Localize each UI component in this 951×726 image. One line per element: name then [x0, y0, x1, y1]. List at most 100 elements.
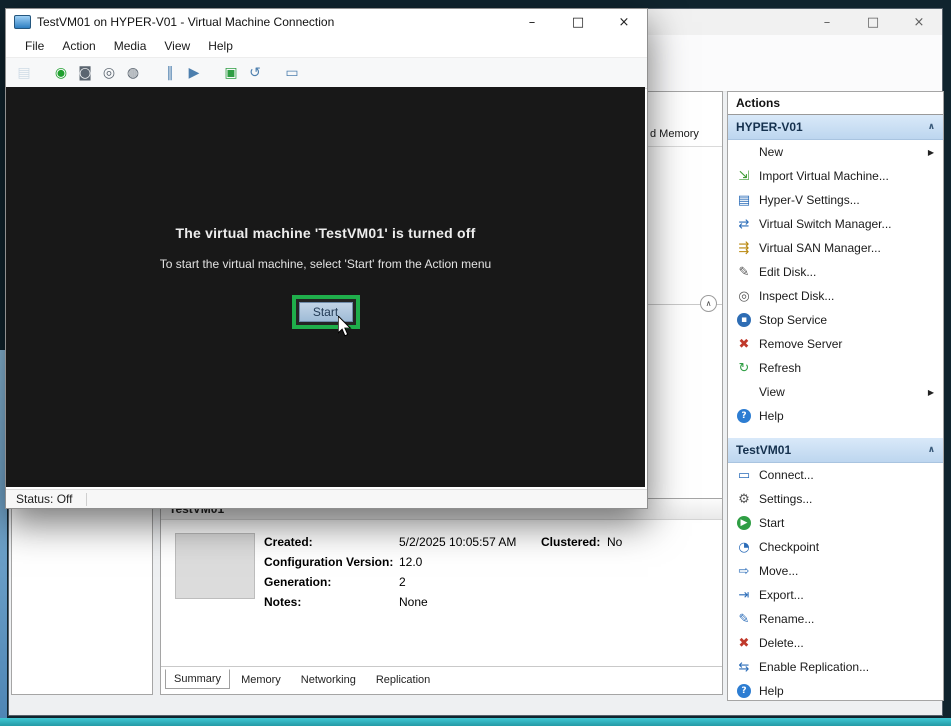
vm-statusbar: Status: Off: [6, 489, 647, 508]
action-label: Stop Service: [759, 313, 827, 327]
tab-networking[interactable]: Networking: [292, 670, 365, 689]
action-remove-server[interactable]: ✖Remove Server: [728, 332, 943, 356]
vm-window-controls: – □ ×: [509, 9, 647, 35]
clustered-field: Clustered:No: [541, 535, 622, 549]
actions-group-header-testvm01[interactable]: TestVM01∧: [728, 438, 943, 463]
actions-pane: Actions HYPER-V01∧New▶⇲Import Virtual Ma…: [727, 91, 944, 701]
action-delete[interactable]: ✖Delete...: [728, 631, 943, 655]
enable-replication-icon: ⇆: [736, 659, 752, 675]
toolbar-start-icon[interactable]: ◉: [49, 62, 73, 84]
actions-group-header-hyper-v01[interactable]: HYPER-V01 ∧: [728, 115, 943, 140]
toolbar-pause-icon[interactable]: ‖: [158, 62, 182, 84]
tab-replication[interactable]: Replication: [367, 670, 439, 689]
help-icon: ?: [737, 684, 751, 698]
toolbar-step-icon[interactable]: ▶: [182, 62, 206, 84]
field-value: 2: [399, 575, 406, 589]
action-hyper-v-settings[interactable]: ▤Hyper-V Settings...: [728, 188, 943, 212]
collapse-chevron-icon[interactable]: ∧: [928, 445, 935, 455]
action-label: View: [759, 385, 785, 399]
vm-window-title: TestVM01 on HYPER-V01 - Virtual Machine …: [37, 15, 509, 29]
vm-menubar: FileActionMediaViewHelp: [6, 35, 647, 57]
action-help[interactable]: ?Help: [728, 404, 943, 428]
vm-minimize-button[interactable]: –: [509, 9, 555, 35]
assigned-memory-column-header[interactable]: d Memory: [650, 128, 699, 140]
action-stop-service[interactable]: ▪Stop Service: [728, 308, 943, 332]
desktop-bottom-strip: [0, 718, 951, 726]
checkpoint-icon: ◔: [736, 539, 752, 555]
action-label: Connect...: [759, 468, 814, 482]
action-enable-replication[interactable]: ⇆Enable Replication...: [728, 655, 943, 679]
toolbar-enhanced-session-icon[interactable]: ▭: [280, 62, 304, 84]
vm-toolbar: ▤ ◉◙◎◍ ‖▶ ▣↺ ▭: [6, 57, 647, 89]
menu-help[interactable]: Help: [199, 39, 242, 53]
tabs-divider: [161, 666, 722, 667]
vm-screenshot-thumbnail: [175, 533, 255, 599]
menu-view[interactable]: View: [155, 39, 199, 53]
toolbar-checkpoint-icon[interactable]: ▣: [219, 62, 243, 84]
help-icon: ?: [737, 409, 751, 423]
rename-icon: ✎: [736, 611, 752, 627]
action-label: Checkpoint: [759, 540, 819, 554]
action-view[interactable]: View ▶: [728, 380, 943, 404]
start-icon: ▶: [737, 516, 751, 530]
toolbar-revert-icon[interactable]: ↺: [243, 62, 267, 84]
tab-summary[interactable]: Summary: [165, 669, 230, 689]
vm-maximize-button[interactable]: □: [555, 9, 601, 35]
action-checkpoint[interactable]: ◔ Checkpoint: [728, 535, 943, 559]
details-tab-strip: SummaryMemoryNetworkingReplication: [165, 670, 439, 689]
toolbar-save-icon[interactable]: ◍: [121, 62, 145, 84]
action-start[interactable]: ▶Start: [728, 511, 943, 535]
action-connect[interactable]: ▭Connect...: [728, 463, 943, 487]
action-rename[interactable]: ✎Rename...: [728, 607, 943, 631]
field-value: No: [607, 535, 622, 549]
vm-window-titlebar: TestVM01 on HYPER-V01 - Virtual Machine …: [6, 9, 647, 35]
toolbar-ctrl-alt-del-icon[interactable]: ▤: [12, 62, 36, 84]
tab-memory[interactable]: Memory: [232, 670, 290, 689]
action-help[interactable]: ?Help: [728, 679, 943, 701]
action-label: Move...: [759, 564, 798, 578]
field-value: 12.0: [399, 555, 422, 569]
icon-placeholder: [736, 144, 752, 160]
actions-group-title: HYPER-V01: [736, 120, 803, 134]
action-export[interactable]: ⇥Export...: [728, 583, 943, 607]
toolbar-turn-off-icon[interactable]: ◙: [73, 62, 97, 84]
action-move[interactable]: ⇨Move...: [728, 559, 943, 583]
vm-close-button[interactable]: ×: [601, 9, 647, 35]
actions-pane-header: Actions: [728, 92, 943, 115]
action-label: Inspect Disk...: [759, 289, 834, 303]
action-label: Remove Server: [759, 337, 842, 351]
field-label: Created:: [264, 535, 399, 549]
menu-file[interactable]: File: [16, 39, 53, 53]
submenu-arrow-icon: ▶: [928, 388, 934, 397]
chevron-up-icon: ∧: [706, 299, 712, 308]
action-virtual-san-manager[interactable]: ⇶ Virtual SAN Manager...: [728, 236, 943, 260]
action-edit-disk[interactable]: ✎Edit Disk...: [728, 260, 943, 284]
action-refresh[interactable]: ↻Refresh: [728, 356, 943, 380]
import-vm-icon: ⇲: [736, 168, 752, 184]
action-label: New: [759, 145, 783, 159]
detail-field-created: Created:5/2/2025 10:05:57 AM: [264, 535, 516, 555]
vm-details-pane: TestVM01 Created:5/2/2025 10:05:57 AMCon…: [160, 498, 723, 695]
toolbar-shut-down-icon[interactable]: ◎: [97, 62, 121, 84]
action-label: Hyper-V Settings...: [759, 193, 860, 207]
menu-media[interactable]: Media: [105, 39, 156, 53]
vm-off-message: The virtual machine 'TestVM01' is turned…: [6, 225, 645, 241]
action-inspect-disk[interactable]: ◎Inspect Disk...: [728, 284, 943, 308]
action-import-virtual-machine[interactable]: ⇲Import Virtual Machine...: [728, 164, 943, 188]
manager-maximize-button[interactable]: □: [850, 9, 896, 35]
action-label: Virtual SAN Manager...: [759, 241, 881, 255]
export-icon: ⇥: [736, 587, 752, 603]
virtual-san-icon: ⇶: [736, 240, 752, 256]
action-settings[interactable]: ⚙Settings...: [728, 487, 943, 511]
menu-action[interactable]: Action: [53, 39, 104, 53]
checkpoints-collapse-button[interactable]: ∧: [700, 295, 717, 312]
manager-minimize-button[interactable]: –: [804, 9, 850, 35]
action-new[interactable]: New▶: [728, 140, 943, 164]
manager-close-button[interactable]: ×: [896, 9, 942, 35]
collapse-chevron-icon[interactable]: ∧: [928, 122, 935, 132]
action-label: Refresh: [759, 361, 801, 375]
delete-icon: ✖: [736, 635, 752, 651]
action-virtual-switch-manager[interactable]: ⇄Virtual Switch Manager...: [728, 212, 943, 236]
settings-icon: ⚙: [736, 491, 752, 507]
field-label: Notes:: [264, 595, 399, 609]
